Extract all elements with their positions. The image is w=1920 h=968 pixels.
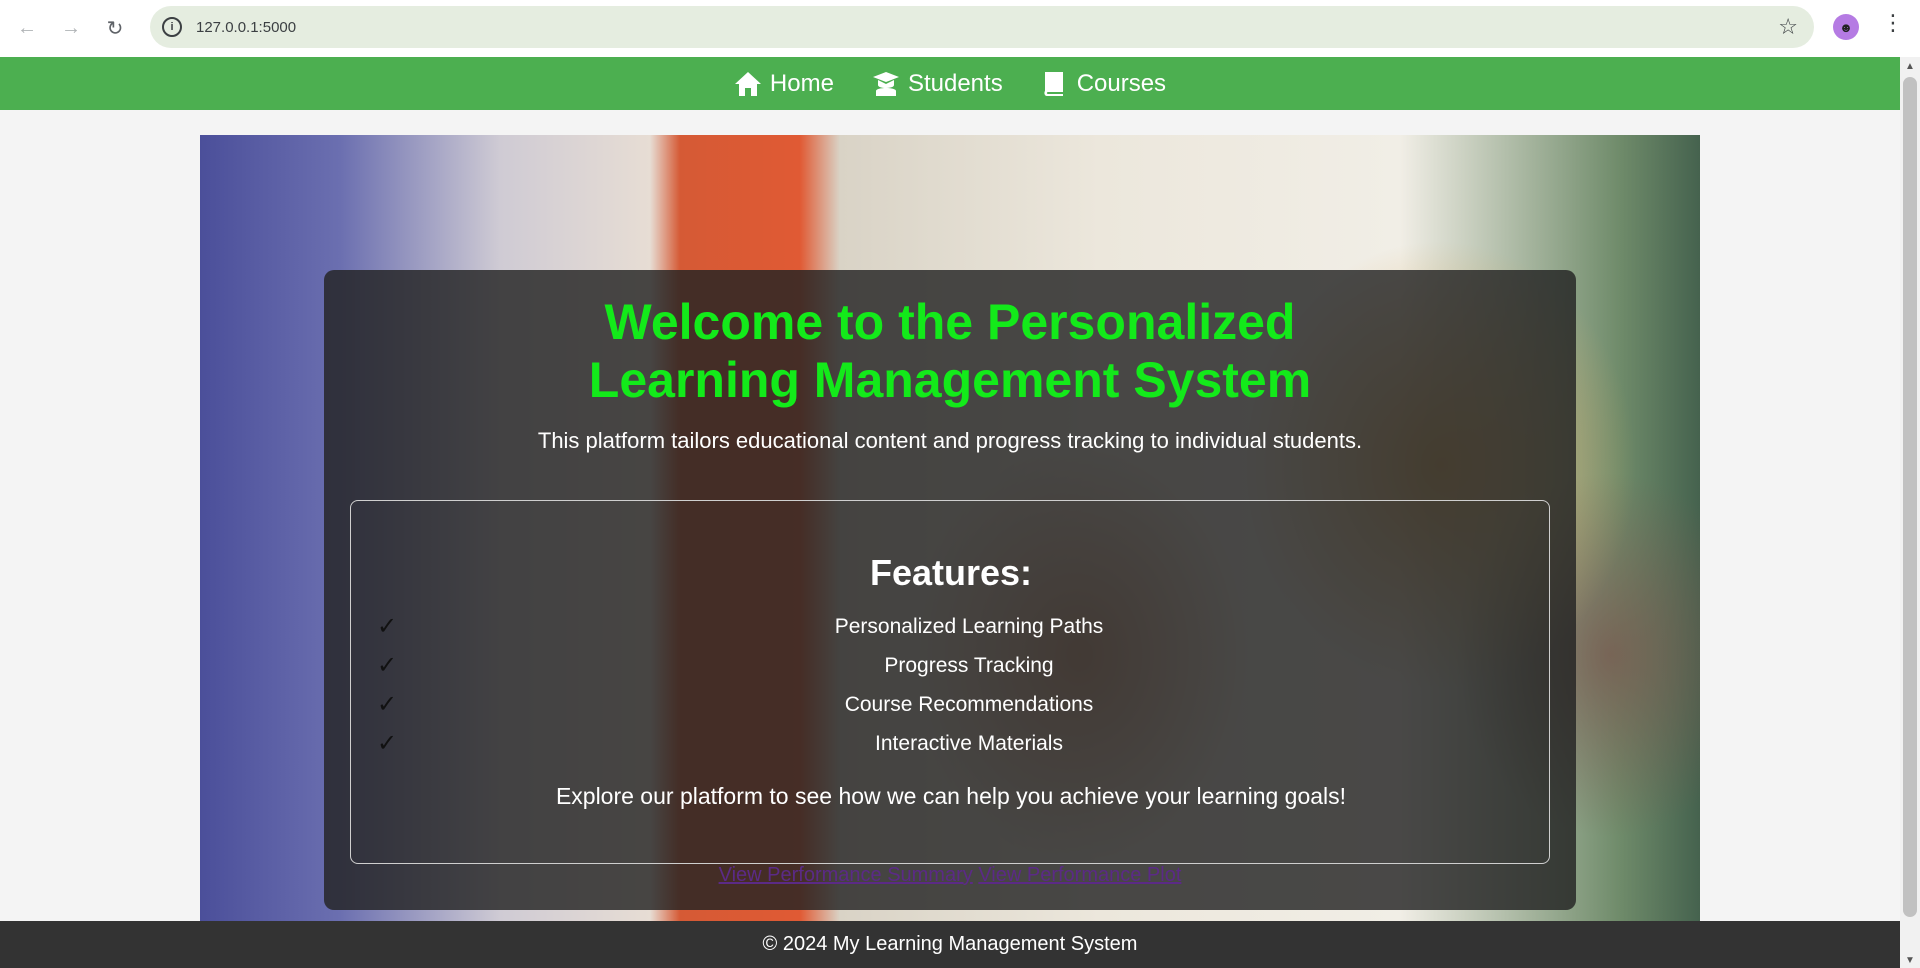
list-item: ✓ Personalized Learning Paths: [351, 611, 1551, 650]
page-footer: © 2024 My Learning Management System: [0, 921, 1900, 968]
feature-label: Course Recommendations: [844, 693, 1094, 716]
check-icon: ✓: [377, 613, 398, 640]
browser-toolbar: ← → ↻ i 127.0.0.1:5000 ☆ ☻ ⋮: [0, 0, 1920, 57]
list-item: ✓ Progress Tracking: [351, 650, 1551, 689]
address-bar[interactable]: i 127.0.0.1:5000 ☆: [150, 6, 1814, 48]
list-item: ✓ Interactive Materials: [351, 728, 1551, 767]
feature-label: Progress Tracking: [884, 654, 1054, 677]
performance-links: View Performance Summary View Performanc…: [324, 864, 1576, 887]
page-scrollbar[interactable]: ▲ ▼: [1900, 57, 1920, 968]
feature-label: Interactive Materials: [875, 732, 1063, 755]
scroll-down-icon[interactable]: ▼: [1905, 955, 1915, 966]
check-icon: ✓: [377, 691, 398, 718]
footer-text: © 2024 My Learning Management System: [762, 933, 1138, 955]
nav-home-link[interactable]: Home: [734, 70, 834, 98]
hero-background-image: Welcome to the Personalized Learning Man…: [200, 135, 1700, 921]
url-text[interactable]: 127.0.0.1:5000: [196, 19, 296, 36]
back-icon[interactable]: ←: [5, 7, 49, 51]
check-icon: ✓: [377, 652, 398, 679]
check-icon: ✓: [377, 730, 398, 757]
nav-courses-link[interactable]: Courses: [1041, 70, 1166, 98]
nav-courses-label: Courses: [1076, 69, 1167, 97]
scrollbar-thumb[interactable]: [1903, 77, 1917, 917]
graduate-icon: [872, 71, 899, 96]
book-icon: [1044, 71, 1063, 96]
list-item: ✓ Course Recommendations: [351, 689, 1551, 728]
forward-icon[interactable]: →: [49, 7, 93, 51]
features-list: ✓ Personalized Learning Paths ✓ Progress…: [351, 611, 1551, 767]
profile-avatar-icon[interactable]: ☻: [1833, 14, 1859, 40]
performance-summary-link[interactable]: View Performance Summary: [719, 864, 973, 886]
explore-text: Explore our platform to see how we can h…: [555, 783, 1347, 809]
site-info-icon[interactable]: i: [162, 17, 182, 37]
feature-label: Personalized Learning Paths: [834, 615, 1104, 638]
page-title: Welcome to the Personalized Learning Man…: [588, 294, 1312, 408]
home-icon: [734, 71, 761, 96]
nav-home-label: Home: [769, 69, 834, 97]
features-box: Features: ✓ Personalized Learning Paths …: [350, 500, 1550, 864]
nav-students-label: Students: [907, 69, 1003, 97]
scroll-up-icon[interactable]: ▲: [1905, 61, 1915, 72]
hero-overlay-panel: Welcome to the Personalized Learning Man…: [324, 270, 1576, 910]
reload-icon[interactable]: ↻: [93, 7, 137, 51]
hero-subtitle: This platform tailors educational conten…: [537, 428, 1363, 453]
site-navigation: Home Students Courses: [0, 57, 1900, 110]
browser-menu-icon[interactable]: ⋮: [1882, 12, 1904, 34]
features-heading: Features:: [869, 552, 1033, 593]
bookmark-star-icon[interactable]: ☆: [1778, 14, 1798, 40]
nav-students-link[interactable]: Students: [872, 70, 1003, 98]
performance-plot-link[interactable]: View Performance Plot: [978, 864, 1181, 886]
